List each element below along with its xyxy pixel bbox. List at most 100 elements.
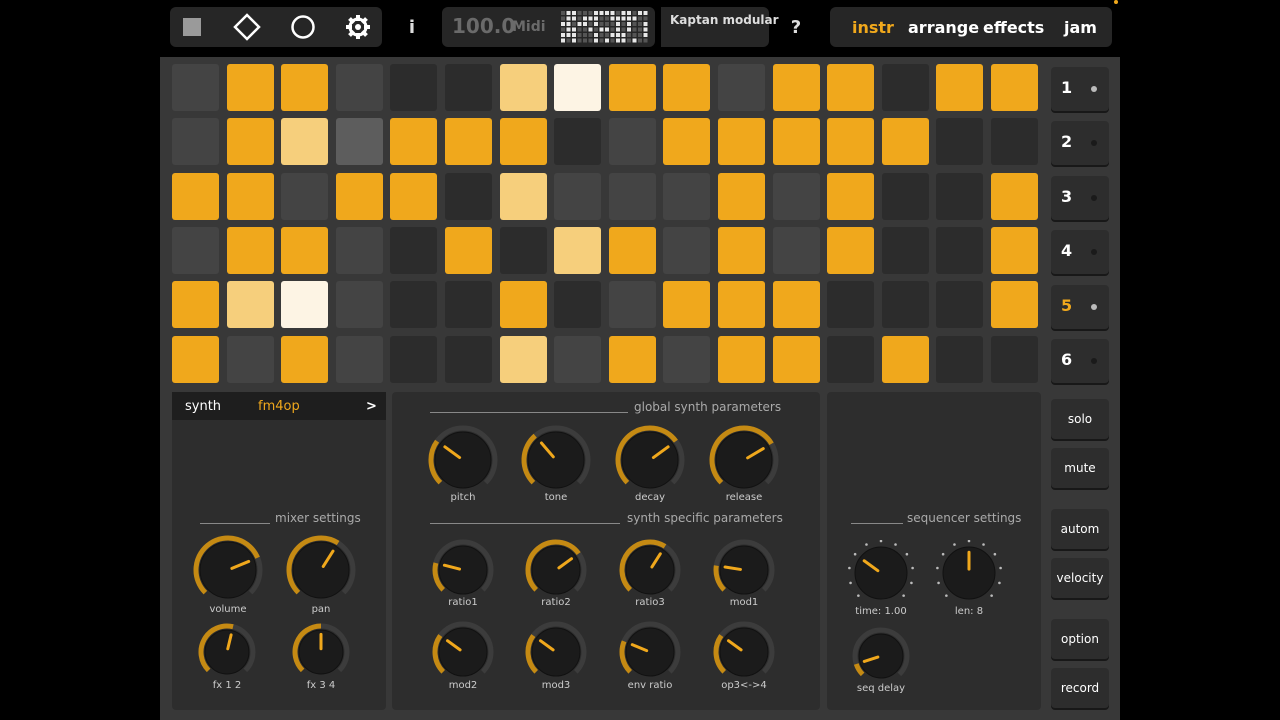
step-pad[interactable] — [663, 118, 710, 165]
synth-engine-name[interactable]: fm4op — [258, 399, 300, 414]
step-pad[interactable] — [227, 281, 274, 328]
step-pad[interactable] — [554, 336, 601, 383]
step-pad[interactable] — [718, 173, 765, 220]
step-pad[interactable] — [773, 64, 820, 111]
step-pad[interactable] — [991, 173, 1038, 220]
step-pad[interactable] — [172, 336, 219, 383]
step-pad[interactable] — [390, 227, 437, 274]
step-pad[interactable] — [500, 64, 547, 111]
step-pad[interactable] — [718, 227, 765, 274]
step-pad[interactable] — [390, 64, 437, 111]
step-pad[interactable] — [500, 227, 547, 274]
step-pad[interactable] — [390, 118, 437, 165]
step-pad[interactable] — [445, 281, 492, 328]
step-pad[interactable] — [172, 118, 219, 165]
parameter-knob[interactable] — [292, 623, 350, 681]
step-pad[interactable] — [609, 64, 656, 111]
step-pad[interactable] — [827, 173, 874, 220]
parameter-knob[interactable] — [615, 425, 685, 495]
step-pad[interactable] — [991, 118, 1038, 165]
step-pad[interactable] — [827, 227, 874, 274]
parameter-knob[interactable] — [193, 535, 263, 605]
step-pad[interactable] — [390, 336, 437, 383]
parameter-knob[interactable] — [709, 425, 779, 495]
autom-button[interactable]: autom — [1051, 509, 1109, 549]
step-pad[interactable] — [281, 118, 328, 165]
step-pad[interactable] — [554, 64, 601, 111]
step-pad[interactable] — [936, 281, 983, 328]
step-pad[interactable] — [609, 227, 656, 274]
step-pad[interactable] — [882, 173, 929, 220]
step-pad[interactable] — [609, 281, 656, 328]
step-pad[interactable] — [172, 173, 219, 220]
track-button-1[interactable]: 1 — [1051, 67, 1109, 111]
step-pad[interactable] — [718, 336, 765, 383]
parameter-knob[interactable] — [713, 621, 775, 683]
step-pad[interactable] — [445, 336, 492, 383]
step-pad[interactable] — [936, 64, 983, 111]
step-pad[interactable] — [663, 336, 710, 383]
info-button[interactable]: i — [402, 7, 422, 47]
step-pad[interactable] — [609, 173, 656, 220]
step-pad[interactable] — [609, 118, 656, 165]
step-pad[interactable] — [773, 281, 820, 328]
step-pad[interactable] — [554, 281, 601, 328]
step-pad[interactable] — [936, 227, 983, 274]
parameter-knob[interactable] — [525, 539, 587, 601]
step-pad[interactable] — [991, 281, 1038, 328]
tab-jam[interactable]: jam — [1064, 18, 1097, 37]
step-pad[interactable] — [827, 336, 874, 383]
step-pad[interactable] — [336, 227, 383, 274]
step-pad[interactable] — [281, 281, 328, 328]
step-pad[interactable] — [227, 173, 274, 220]
step-pad[interactable] — [227, 227, 274, 274]
step-pad[interactable] — [500, 173, 547, 220]
parameter-knob[interactable] — [521, 425, 591, 495]
step-pad[interactable] — [663, 227, 710, 274]
step-pad[interactable] — [991, 64, 1038, 111]
step-pad[interactable] — [882, 64, 929, 111]
step-pad[interactable] — [445, 118, 492, 165]
step-pad[interactable] — [718, 281, 765, 328]
track-button-2[interactable]: 2 — [1051, 121, 1109, 166]
step-pad[interactable] — [227, 118, 274, 165]
step-pad[interactable] — [336, 118, 383, 165]
parameter-knob[interactable] — [619, 621, 681, 683]
step-pad[interactable] — [336, 336, 383, 383]
velocity-button[interactable]: velocity — [1051, 558, 1109, 598]
track-button-3[interactable]: 3 — [1051, 175, 1109, 220]
track-button-4[interactable]: 4 — [1051, 230, 1109, 275]
step-pad[interactable] — [827, 118, 874, 165]
step-pad[interactable] — [554, 118, 601, 165]
step-pad[interactable] — [773, 336, 820, 383]
parameter-knob[interactable] — [848, 540, 914, 606]
step-pad[interactable] — [991, 227, 1038, 274]
step-pad[interactable] — [663, 173, 710, 220]
step-pad[interactable] — [281, 173, 328, 220]
solo-button[interactable]: solo — [1051, 399, 1109, 439]
parameter-knob[interactable] — [525, 621, 587, 683]
step-pad[interactable] — [936, 336, 983, 383]
option-button[interactable]: option — [1051, 619, 1109, 659]
parameter-knob[interactable] — [428, 425, 498, 495]
step-pad[interactable] — [936, 173, 983, 220]
step-pad[interactable] — [609, 336, 656, 383]
parameter-knob[interactable] — [713, 539, 775, 601]
help-button[interactable]: ? — [786, 7, 806, 47]
parameter-knob[interactable] — [198, 623, 256, 681]
step-pad[interactable] — [718, 64, 765, 111]
tab-arrange[interactable]: arrange — [908, 18, 979, 37]
step-pad[interactable] — [773, 173, 820, 220]
tab-instr[interactable]: instr — [852, 18, 894, 37]
step-pad[interactable] — [773, 227, 820, 274]
step-pad[interactable] — [554, 173, 601, 220]
step-pad[interactable] — [227, 64, 274, 111]
track-button-5[interactable]: 5 — [1051, 284, 1109, 329]
stop-icon[interactable] — [178, 7, 206, 47]
step-pad[interactable] — [281, 227, 328, 274]
parameter-knob[interactable] — [852, 627, 910, 685]
step-pad[interactable] — [281, 64, 328, 111]
tab-effects[interactable]: effects — [983, 18, 1044, 37]
step-pad[interactable] — [172, 281, 219, 328]
step-pad[interactable] — [663, 281, 710, 328]
